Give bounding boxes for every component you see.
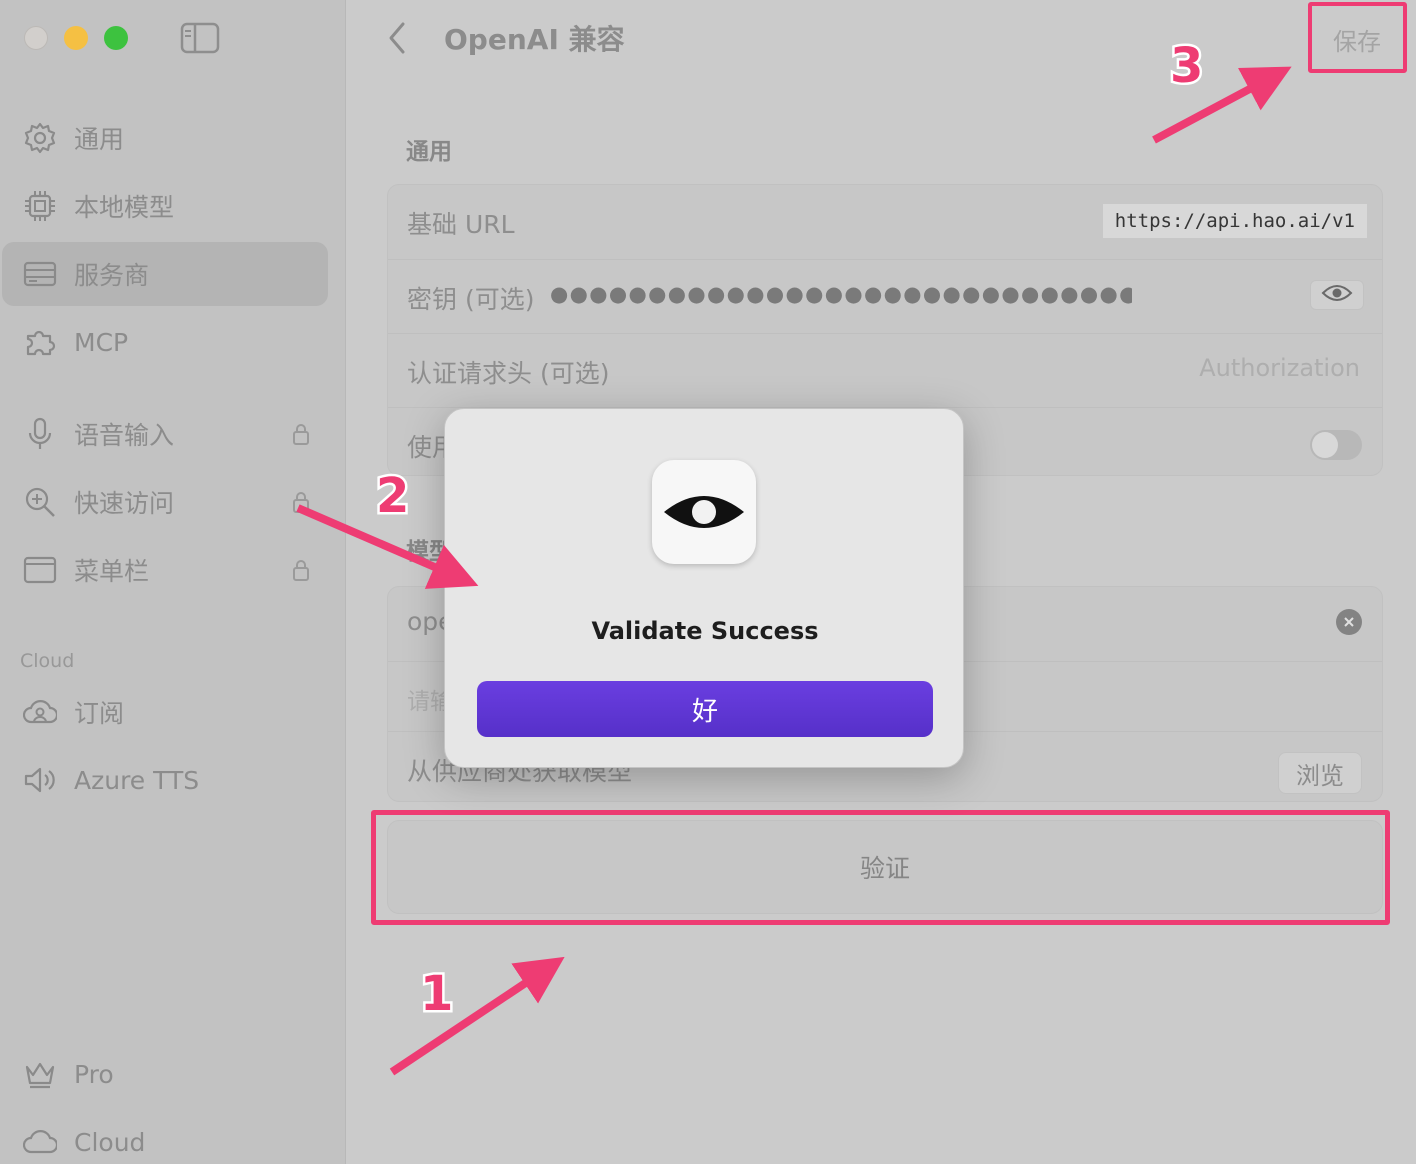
lock-icon	[292, 558, 310, 582]
base-url-input[interactable]: https://api.hao.ai/v1	[1101, 203, 1368, 239]
lock-icon	[292, 422, 310, 446]
sidebar-item-mcp[interactable]: MCP	[0, 310, 330, 374]
lock-icon	[292, 490, 310, 514]
window-zoom-button[interactable]	[104, 26, 128, 50]
section-title-general: 通用	[406, 139, 452, 165]
sidebar: 通用 本地模型 服务商 MCP 语音输入 快速访问 菜单栏 Cloud 订阅 A…	[0, 0, 346, 1164]
api-key-input[interactable]: ●●●●●●●●●●●●●●●●●●●●●●●●●●●●●●●●●●●●●●●●…	[550, 282, 1132, 306]
browse-button[interactable]: 浏览	[1278, 752, 1362, 794]
sidebar-item-label: Cloud	[74, 1127, 146, 1157]
crown-icon	[22, 1056, 58, 1092]
reveal-key-button[interactable]	[1310, 280, 1364, 310]
chip-icon	[22, 188, 58, 224]
ok-button[interactable]: 好	[477, 681, 933, 737]
sidebar-item-subscription[interactable]: 订阅	[0, 680, 330, 744]
annotation-highlight-box	[371, 810, 1390, 925]
sidebar-item-label: 通用	[74, 125, 125, 154]
alert-dialog: Validate Success 好	[444, 408, 964, 768]
sidebar-item-label: 本地模型	[74, 193, 175, 222]
toggle-switch[interactable]	[1310, 430, 1362, 460]
eye-icon	[1321, 283, 1353, 307]
clear-icon[interactable]	[1336, 609, 1362, 635]
page-title: OpenAI 兼容	[444, 23, 625, 56]
dialog-message: Validate Success	[591, 617, 819, 645]
zoom-search-icon	[22, 484, 58, 520]
sidebar-item-menu-bar[interactable]: 菜单栏	[0, 538, 330, 602]
server-icon	[22, 256, 58, 292]
eye-logo-icon	[652, 460, 756, 564]
annotation-highlight-box	[1308, 2, 1407, 73]
sidebar-item-label: 语音输入	[74, 421, 175, 450]
window-icon	[22, 552, 58, 588]
sidebar-item-local-models[interactable]: 本地模型	[0, 174, 330, 238]
base-url-row: 基础 URL https://api.hao.ai/v1	[388, 185, 1382, 259]
auth-header-input[interactable]: Authorization	[1199, 354, 1360, 382]
sidebar-item-label: 菜单栏	[74, 557, 150, 586]
cloud-icon	[22, 1124, 58, 1160]
cloud-section-label: Cloud	[20, 650, 75, 672]
base-url-label: 基础 URL	[407, 210, 515, 239]
sidebar-item-label: 服务商	[74, 261, 150, 290]
chevron-left-icon[interactable]	[385, 20, 409, 56]
sidebar-item-pro[interactable]: Pro	[0, 1042, 330, 1106]
sidebar-item-label: MCP	[74, 327, 129, 357]
puzzle-icon	[22, 324, 58, 360]
api-key-label: 密钥 (可选)	[407, 285, 535, 314]
sidebar-item-azure-tts[interactable]: Azure TTS	[0, 748, 330, 812]
sidebar-toggle-icon[interactable]	[180, 22, 220, 54]
microphone-icon	[22, 416, 58, 452]
cloud-person-icon	[22, 694, 58, 730]
sidebar-item-label: Pro	[74, 1059, 114, 1089]
sidebar-item-providers[interactable]: 服务商	[0, 242, 330, 306]
auth-header-row: 认证请求头 (可选) Authorization	[388, 333, 1382, 407]
sidebar-item-label: 订阅	[74, 699, 125, 728]
window-minimize-button[interactable]	[64, 26, 88, 50]
sidebar-item-voice-input[interactable]: 语音输入	[0, 402, 330, 466]
sidebar-item-label: 快速访问	[74, 489, 175, 518]
sidebar-item-label: Azure TTS	[74, 765, 200, 795]
auth-header-label: 认证请求头 (可选)	[407, 359, 610, 388]
sidebar-item-general[interactable]: 通用	[0, 106, 330, 170]
api-key-row: 密钥 (可选) ●●●●●●●●●●●●●●●●●●●●●●●●●●●●●●●●…	[388, 259, 1382, 333]
gear-icon	[22, 120, 58, 156]
sidebar-item-quick-access[interactable]: 快速访问	[0, 470, 330, 534]
sidebar-item-cloud[interactable]: Cloud	[0, 1110, 330, 1164]
window-close-button[interactable]	[24, 26, 48, 50]
speaker-icon	[22, 762, 58, 798]
